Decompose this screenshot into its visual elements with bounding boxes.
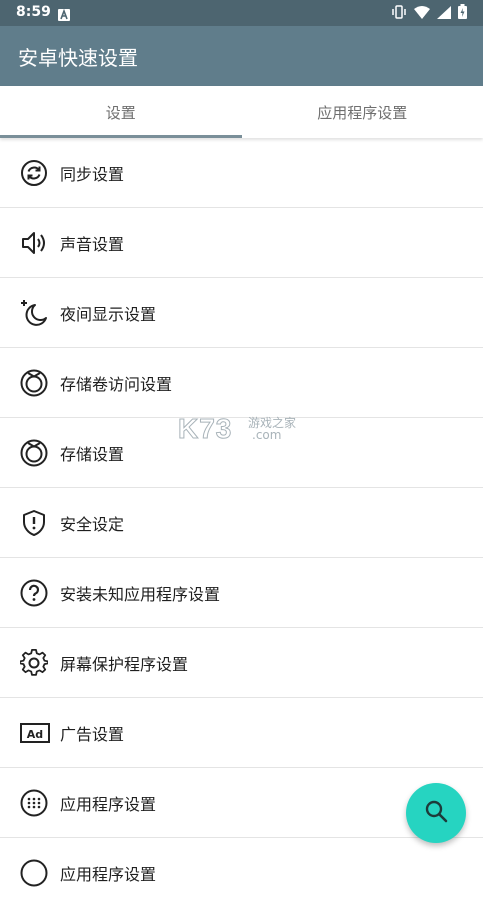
vibrate-icon xyxy=(391,4,407,23)
ad-icon: Ad xyxy=(20,719,48,747)
gear-icon xyxy=(20,649,48,677)
item-label: 夜间显示设置 xyxy=(60,301,156,325)
tab-app-settings[interactable]: 应用程序设置 xyxy=(242,86,483,138)
wifi-icon xyxy=(414,4,430,23)
item-label: 同步设置 xyxy=(60,161,124,185)
item-label: 应用程序设置 xyxy=(60,791,156,815)
volume-icon xyxy=(20,229,48,257)
signal-icon xyxy=(437,4,451,23)
a-icon xyxy=(58,6,70,18)
item-label: 屏幕保护程序设置 xyxy=(60,651,188,675)
settings-list: 同步设置 声音设置 夜间显示设置 存储卷访问设置 存储设置 安全设定 xyxy=(0,138,483,907)
list-item-sync[interactable]: 同步设置 xyxy=(0,138,483,208)
list-item-screensaver[interactable]: 屏幕保护程序设置 xyxy=(0,628,483,698)
search-fab-button[interactable] xyxy=(406,783,466,843)
status-time: 8:59 xyxy=(16,4,51,20)
tab-label: 设置 xyxy=(106,102,136,123)
list-item-sound[interactable]: 声音设置 xyxy=(0,208,483,278)
watermark-brand: K73 xyxy=(178,413,232,445)
watermark-logo: K73 游戏之家 .com xyxy=(178,413,308,445)
status-bar: 8:59 xyxy=(0,0,483,26)
item-label: 声音设置 xyxy=(60,231,124,255)
apps-circle-icon xyxy=(20,789,48,817)
storage-icon xyxy=(20,439,48,467)
app-bar: 安卓快速设置 xyxy=(0,26,483,86)
item-label: 存储设置 xyxy=(60,441,124,465)
help-circle-icon xyxy=(20,579,48,607)
tab-indicator xyxy=(0,135,242,138)
tab-label: 应用程序设置 xyxy=(317,102,407,123)
list-item-unknown-apps[interactable]: 安装未知应用程序设置 xyxy=(0,558,483,628)
tab-bar: 设置 应用程序设置 xyxy=(0,86,483,138)
list-item-storage-volume[interactable]: 存储卷访问设置 xyxy=(0,348,483,418)
battery-icon xyxy=(458,4,467,23)
list-item-ad[interactable]: Ad 广告设置 xyxy=(0,698,483,768)
watermark-domain: .com xyxy=(252,428,281,442)
night-mode-icon xyxy=(20,299,48,327)
search-icon xyxy=(424,799,448,827)
storage-volume-icon xyxy=(20,369,48,397)
tab-settings[interactable]: 设置 xyxy=(0,86,242,138)
item-label: 广告设置 xyxy=(60,721,124,745)
item-label: 安全设定 xyxy=(60,511,124,535)
security-shield-icon xyxy=(20,509,48,537)
svg-text:Ad: Ad xyxy=(27,728,43,741)
item-label: 存储卷访问设置 xyxy=(60,371,172,395)
item-label: 安装未知应用程序设置 xyxy=(60,581,220,605)
app-title: 安卓快速设置 xyxy=(18,42,138,71)
item-label: 应用程序设置 xyxy=(60,861,156,885)
list-item-security[interactable]: 安全设定 xyxy=(0,488,483,558)
list-item-app-settings-2[interactable]: 应用程序设置 xyxy=(0,838,483,907)
sync-icon xyxy=(20,159,48,187)
apps-circle-icon xyxy=(20,859,48,887)
list-item-night-display[interactable]: 夜间显示设置 xyxy=(0,278,483,348)
